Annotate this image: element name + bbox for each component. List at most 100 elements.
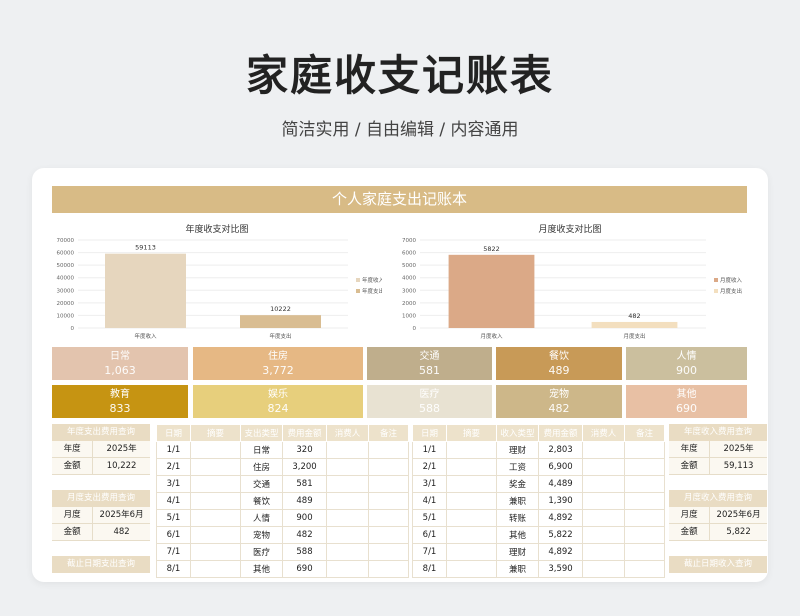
expense-table-cell[interactable] [326, 492, 369, 510]
income-query-value[interactable]: 2025年 [710, 441, 767, 457]
income-table-cell[interactable] [624, 509, 665, 527]
income-table-cell[interactable]: 其他 [496, 526, 539, 544]
expense-table-cell[interactable]: 3/1 [156, 475, 191, 493]
income-table-cell[interactable] [446, 475, 497, 493]
income-table-cell[interactable]: 5/1 [412, 509, 447, 527]
expense-table-cell[interactable] [190, 526, 241, 544]
income-table-cell[interactable]: 6,900 [538, 458, 583, 476]
expense-table-cell[interactable] [368, 458, 409, 476]
income-table-cell[interactable]: 4,892 [538, 509, 583, 527]
income-table-cell[interactable] [582, 441, 625, 459]
income-table-cell[interactable]: 7/1 [412, 543, 447, 561]
income-query-value[interactable]: 59,113 [710, 458, 767, 474]
expense-table-cell[interactable] [326, 526, 369, 544]
income-table-cell[interactable] [446, 526, 497, 544]
expense-table-cell[interactable] [326, 560, 369, 578]
income-table-cell[interactable]: 理财 [496, 441, 539, 459]
expense-table-cell[interactable] [190, 492, 241, 510]
expense-table-cell[interactable]: 人情 [240, 509, 283, 527]
income-table-cell[interactable]: 转账 [496, 509, 539, 527]
expense-table-cell[interactable]: 住房 [240, 458, 283, 476]
income-table-cell[interactable] [446, 509, 497, 527]
expense-query-value[interactable]: 10,222 [93, 458, 150, 474]
income-table-cell[interactable] [624, 475, 665, 493]
expense-table-cell[interactable] [190, 441, 241, 459]
income-table-cell[interactable] [446, 543, 497, 561]
expense-table-cell[interactable]: 320 [282, 441, 327, 459]
expense-table-cell[interactable] [368, 441, 409, 459]
expense-table-cell[interactable] [326, 509, 369, 527]
income-query-value[interactable]: 2025年6月 [710, 507, 767, 523]
income-table-cell[interactable]: 5,822 [538, 526, 583, 544]
income-table-cell[interactable]: 奖金 [496, 475, 539, 493]
income-table-cell[interactable] [624, 560, 665, 578]
expense-table-cell[interactable]: 1/1 [156, 441, 191, 459]
income-table-cell[interactable]: 3,590 [538, 560, 583, 578]
expense-table-cell[interactable] [368, 543, 409, 561]
expense-query-value[interactable]: 2025年 [93, 441, 150, 457]
expense-query-value[interactable]: 2025年6月 [93, 507, 150, 523]
income-table-cell[interactable] [582, 475, 625, 493]
expense-table-cell[interactable]: 交通 [240, 475, 283, 493]
expense-table-cell[interactable]: 7/1 [156, 543, 191, 561]
income-table-cell[interactable]: 工资 [496, 458, 539, 476]
income-table-cell[interactable] [624, 543, 665, 561]
income-table-cell[interactable] [446, 458, 497, 476]
income-table-cell[interactable] [582, 526, 625, 544]
expense-table-cell[interactable]: 餐饮 [240, 492, 283, 510]
expense-table-cell[interactable] [326, 475, 369, 493]
income-table-cell[interactable] [624, 492, 665, 510]
income-table-cell[interactable]: 6/1 [412, 526, 447, 544]
expense-table-cell[interactable] [368, 560, 409, 578]
expense-table-cell[interactable]: 690 [282, 560, 327, 578]
expense-table-cell[interactable] [326, 441, 369, 459]
income-table-cell[interactable] [446, 560, 497, 578]
income-table-cell[interactable] [582, 458, 625, 476]
expense-table-cell[interactable] [190, 458, 241, 476]
income-table-cell[interactable] [624, 458, 665, 476]
expense-table-cell[interactable] [190, 475, 241, 493]
income-table-cell[interactable] [582, 492, 625, 510]
expense-table-cell[interactable]: 8/1 [156, 560, 191, 578]
income-table-cell[interactable] [624, 441, 665, 459]
expense-table-cell[interactable]: 900 [282, 509, 327, 527]
expense-table-cell[interactable]: 其他 [240, 560, 283, 578]
income-table-cell[interactable]: 4,489 [538, 475, 583, 493]
expense-table-cell[interactable]: 医疗 [240, 543, 283, 561]
income-table-cell[interactable] [446, 492, 497, 510]
expense-table-cell[interactable] [326, 458, 369, 476]
income-table-cell[interactable] [582, 543, 625, 561]
expense-table-cell[interactable] [326, 543, 369, 561]
expense-table-cell[interactable]: 489 [282, 492, 327, 510]
expense-table-cell[interactable]: 482 [282, 526, 327, 544]
income-table-cell[interactable]: 3/1 [412, 475, 447, 493]
income-table-cell[interactable]: 理财 [496, 543, 539, 561]
expense-table-cell[interactable]: 581 [282, 475, 327, 493]
income-table-cell[interactable]: 1,390 [538, 492, 583, 510]
expense-table-cell[interactable]: 4/1 [156, 492, 191, 510]
expense-table-cell[interactable]: 5/1 [156, 509, 191, 527]
income-table-cell[interactable] [446, 441, 497, 459]
expense-table-cell[interactable]: 宠物 [240, 526, 283, 544]
income-query-value[interactable]: 5,822 [710, 524, 767, 540]
income-table-cell[interactable]: 兼职 [496, 492, 539, 510]
expense-table-cell[interactable] [368, 509, 409, 527]
income-table-cell[interactable]: 2/1 [412, 458, 447, 476]
expense-table-cell[interactable] [368, 475, 409, 493]
expense-table-cell[interactable] [368, 526, 409, 544]
expense-table-cell[interactable]: 3,200 [282, 458, 327, 476]
income-table-cell[interactable]: 4,892 [538, 543, 583, 561]
expense-table-cell[interactable] [190, 560, 241, 578]
expense-table-cell[interactable]: 2/1 [156, 458, 191, 476]
income-table-cell[interactable]: 1/1 [412, 441, 447, 459]
expense-table-cell[interactable]: 588 [282, 543, 327, 561]
expense-table-cell[interactable] [190, 543, 241, 561]
expense-query-value[interactable]: 482 [93, 524, 150, 540]
income-table-cell[interactable]: 2,803 [538, 441, 583, 459]
expense-table-cell[interactable]: 6/1 [156, 526, 191, 544]
expense-table-cell[interactable] [368, 492, 409, 510]
expense-table-cell[interactable]: 日常 [240, 441, 283, 459]
income-table-cell[interactable] [624, 526, 665, 544]
income-table-cell[interactable]: 兼职 [496, 560, 539, 578]
income-table-cell[interactable]: 8/1 [412, 560, 447, 578]
